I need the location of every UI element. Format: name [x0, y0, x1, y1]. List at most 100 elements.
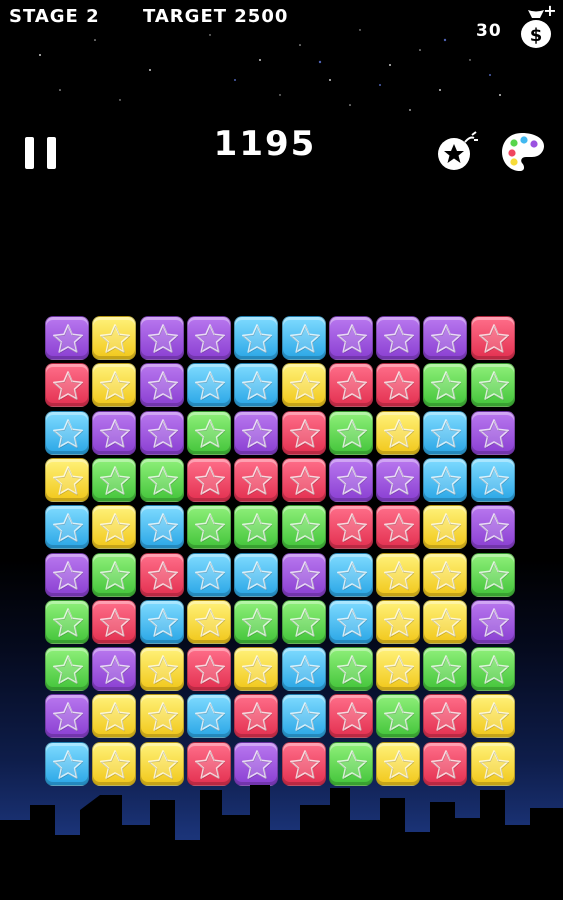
star-tile-yellow[interactable] — [92, 505, 137, 550]
star-tile-green[interactable] — [281, 505, 326, 550]
star-tile-red[interactable] — [281, 457, 326, 502]
star-tile-yellow[interactable] — [92, 363, 137, 408]
star-tile-yellow[interactable] — [376, 647, 421, 692]
star-tile-yellow[interactable] — [281, 363, 326, 408]
star-tile-yellow[interactable] — [423, 552, 468, 597]
star-tile-green[interactable] — [45, 647, 89, 692]
star-tile-green[interactable] — [328, 410, 373, 455]
star-tile-red[interactable] — [281, 410, 326, 455]
star-tile-green[interactable] — [186, 410, 231, 455]
star-tile-red[interactable] — [328, 505, 373, 550]
star-tile-blue[interactable] — [186, 694, 231, 739]
star-tile-green[interactable] — [376, 694, 421, 739]
star-tile-purple[interactable] — [45, 552, 89, 597]
star-tile-yellow[interactable] — [470, 694, 515, 739]
star-tile-purple[interactable] — [139, 410, 184, 455]
star-tile-purple[interactable] — [470, 505, 515, 550]
star-tile-green[interactable] — [92, 457, 137, 502]
star-tile-green[interactable] — [328, 647, 373, 692]
star-tile-blue[interactable] — [281, 694, 326, 739]
star-tile-yellow[interactable] — [423, 505, 468, 550]
star-tile-green[interactable] — [186, 505, 231, 550]
money-bag-icon[interactable]: $ + — [514, 1, 558, 50]
star-tile-red[interactable] — [92, 599, 137, 644]
star-icon — [431, 655, 462, 685]
star-tile-yellow[interactable] — [186, 599, 231, 644]
star-tile-blue[interactable] — [234, 552, 279, 597]
star-tile-green[interactable] — [423, 647, 468, 692]
star-tile-purple[interactable] — [45, 316, 89, 360]
star-tile-purple[interactable] — [328, 316, 373, 360]
star-tile-red[interactable] — [45, 363, 89, 408]
star-tile-purple[interactable] — [234, 410, 279, 455]
star-tile-purple[interactable] — [470, 410, 515, 455]
star-tile-red[interactable] — [234, 457, 279, 502]
star-tile-purple[interactable] — [45, 694, 89, 739]
star-tile-green[interactable] — [234, 599, 279, 644]
pause-button[interactable] — [25, 137, 59, 169]
star-tile-blue[interactable] — [186, 363, 231, 408]
star-tile-green[interactable] — [423, 363, 468, 408]
star-tile-yellow[interactable] — [376, 410, 421, 455]
star-tile-purple[interactable] — [328, 457, 373, 502]
star-tile-yellow[interactable] — [376, 599, 421, 644]
star-tile-blue[interactable] — [45, 410, 89, 455]
star-tile-blue[interactable] — [234, 316, 279, 360]
star-tile-yellow[interactable] — [376, 552, 421, 597]
star-tile-yellow[interactable] — [234, 647, 279, 692]
star-tile-green[interactable] — [281, 599, 326, 644]
star-tile-purple[interactable] — [139, 316, 184, 360]
palette-icon[interactable] — [500, 131, 546, 173]
star-tile-red[interactable] — [423, 694, 468, 739]
star-tile-blue[interactable] — [281, 647, 326, 692]
money-bag-plus: + — [543, 4, 556, 20]
star-tile-red[interactable] — [139, 552, 184, 597]
star-tile-red[interactable] — [186, 457, 231, 502]
star-grid-board[interactable] — [45, 316, 519, 790]
star-icon — [100, 513, 131, 543]
star-tile-yellow[interactable] — [423, 599, 468, 644]
star-tile-blue[interactable] — [281, 316, 326, 360]
star-tile-red[interactable] — [328, 363, 373, 408]
star-tile-green[interactable] — [139, 457, 184, 502]
star-tile-red[interactable] — [470, 316, 515, 360]
star-tile-blue[interactable] — [234, 363, 279, 408]
star-tile-yellow[interactable] — [139, 694, 184, 739]
star-tile-blue[interactable] — [328, 599, 373, 644]
star-tile-purple[interactable] — [376, 457, 421, 502]
star-tile-yellow[interactable] — [92, 694, 137, 739]
star-tile-green[interactable] — [92, 552, 137, 597]
star-tile-purple[interactable] — [423, 316, 468, 360]
star-tile-blue[interactable] — [186, 552, 231, 597]
star-tile-blue[interactable] — [139, 599, 184, 644]
star-tile-yellow[interactable] — [92, 316, 137, 360]
star-tile-purple[interactable] — [186, 316, 231, 360]
star-tile-red[interactable] — [376, 363, 421, 408]
star-tile-purple[interactable] — [92, 647, 137, 692]
star-tile-green[interactable] — [470, 552, 515, 597]
star-tile-red[interactable] — [328, 694, 373, 739]
star-tile-blue[interactable] — [423, 410, 468, 455]
bomb-star-icon[interactable] — [434, 128, 480, 174]
star-tile-green[interactable] — [45, 599, 89, 644]
star-tile-green[interactable] — [470, 363, 515, 408]
star-tile-red[interactable] — [186, 647, 231, 692]
star-tile-purple[interactable] — [92, 410, 137, 455]
star-tile-yellow[interactable] — [45, 457, 89, 502]
star-tile-green[interactable] — [470, 647, 515, 692]
star-tile-green[interactable] — [234, 505, 279, 550]
star-tile-purple[interactable] — [470, 599, 515, 644]
star-tile-blue[interactable] — [470, 457, 515, 502]
star-tile-blue[interactable] — [45, 505, 89, 550]
star-tile-purple[interactable] — [139, 363, 184, 408]
star-tile-blue[interactable] — [423, 457, 468, 502]
star-tile-red[interactable] — [376, 505, 421, 550]
star-icon — [100, 702, 131, 732]
star-tile-red[interactable] — [234, 694, 279, 739]
star-tile-blue[interactable] — [328, 552, 373, 597]
star-tile-yellow[interactable] — [139, 647, 184, 692]
star-tile-purple[interactable] — [281, 552, 326, 597]
star-tile-blue[interactable] — [139, 505, 184, 550]
star-icon — [194, 418, 226, 448]
star-tile-purple[interactable] — [376, 316, 421, 360]
